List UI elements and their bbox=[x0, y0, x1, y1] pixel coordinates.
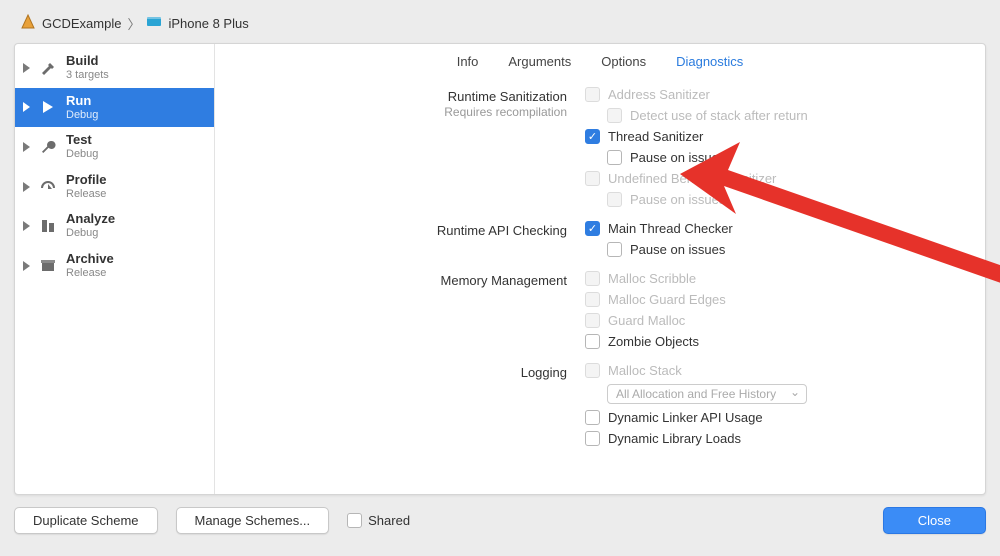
sidebar-item-label: Run bbox=[66, 94, 98, 109]
wrench-icon bbox=[38, 137, 58, 157]
checkbox-icon bbox=[585, 171, 600, 186]
chk-zombie-objects[interactable]: Zombie Objects bbox=[585, 334, 965, 349]
chk-stack-after-return: Detect use of stack after return bbox=[607, 108, 965, 123]
checkbox-icon bbox=[607, 192, 622, 207]
checkbox-icon bbox=[585, 271, 600, 286]
sidebar-item-profile[interactable]: ProfileRelease bbox=[15, 167, 214, 207]
checkbox-icon bbox=[585, 431, 600, 446]
chk-address-sanitizer[interactable]: Address Sanitizer bbox=[585, 87, 965, 102]
archive-icon bbox=[38, 256, 58, 276]
close-button[interactable]: Close bbox=[883, 507, 986, 534]
chk-main-thread-checker[interactable]: ✓Main Thread Checker bbox=[585, 221, 965, 236]
chevron-right-icon: 〉 bbox=[127, 14, 140, 33]
checkbox-icon bbox=[585, 313, 600, 328]
disclosure-icon[interactable] bbox=[23, 221, 30, 231]
sidebar-item-build[interactable]: Build3 targets bbox=[15, 48, 214, 88]
play-icon bbox=[38, 97, 58, 117]
disclosure-icon[interactable] bbox=[23, 261, 30, 271]
checkbox-icon bbox=[607, 242, 622, 257]
sidebar-item-archive[interactable]: ArchiveRelease bbox=[15, 246, 214, 286]
chk-malloc-stack[interactable]: Malloc Stack bbox=[585, 363, 965, 378]
chk-linker-api-usage[interactable]: Dynamic Linker API Usage bbox=[585, 410, 965, 425]
checkbox-icon bbox=[585, 363, 600, 378]
chk-ub-sanitizer[interactable]: Undefined Behavior Sanitizer bbox=[585, 171, 965, 186]
sidebar-item-analyze[interactable]: AnalyzeDebug bbox=[15, 206, 214, 246]
tab-info[interactable]: Info bbox=[457, 54, 479, 69]
device-name[interactable]: iPhone 8 Plus bbox=[168, 16, 248, 31]
sidebar-item-sub: Debug bbox=[66, 227, 115, 240]
chk-malloc-guard-edges[interactable]: Malloc Guard Edges bbox=[585, 292, 965, 307]
scheme-name[interactable]: GCDExample bbox=[42, 16, 121, 31]
chk-guard-malloc[interactable]: Guard Malloc bbox=[585, 313, 965, 328]
scheme-icon bbox=[20, 14, 36, 33]
disclosure-icon[interactable] bbox=[23, 182, 30, 192]
gauge-icon bbox=[38, 177, 58, 197]
section-label-memory: Memory Management bbox=[215, 271, 585, 288]
checkbox-icon bbox=[585, 334, 600, 349]
analyze-icon bbox=[38, 216, 58, 236]
select-malloc-history[interactable]: All Allocation and Free History bbox=[607, 384, 965, 404]
duplicate-scheme-button[interactable]: Duplicate Scheme bbox=[14, 507, 158, 534]
sidebar-item-sub: 3 targets bbox=[66, 69, 109, 82]
checkbox-icon bbox=[347, 513, 362, 528]
checkbox-icon: ✓ bbox=[585, 221, 600, 236]
chk-thread-pause[interactable]: Pause on issues bbox=[607, 150, 965, 165]
checkbox-icon bbox=[607, 108, 622, 123]
chk-malloc-scribble[interactable]: Malloc Scribble bbox=[585, 271, 965, 286]
sidebar-item-sub: Debug bbox=[66, 109, 98, 122]
sidebar-item-label: Profile bbox=[66, 173, 106, 188]
tab-options[interactable]: Options bbox=[601, 54, 646, 69]
chk-shared[interactable]: Shared bbox=[347, 513, 410, 528]
sidebar-item-label: Test bbox=[66, 133, 98, 148]
sidebar: Build3 targets RunDebug TestDebug Profil… bbox=[15, 44, 215, 494]
diagnostics-content: Runtime Sanitization Requires recompilat… bbox=[215, 77, 985, 494]
sidebar-item-test[interactable]: TestDebug bbox=[15, 127, 214, 167]
checkbox-icon: ✓ bbox=[585, 129, 600, 144]
sidebar-item-label: Analyze bbox=[66, 212, 115, 227]
sidebar-item-sub: Release bbox=[66, 188, 106, 201]
footer: Duplicate Scheme Manage Schemes... Share… bbox=[14, 507, 986, 534]
disclosure-icon[interactable] bbox=[23, 63, 30, 73]
disclosure-icon[interactable] bbox=[23, 142, 30, 152]
chk-ub-pause: Pause on issues bbox=[607, 192, 965, 207]
section-label-api-checking: Runtime API Checking bbox=[215, 221, 585, 238]
hammer-icon bbox=[38, 58, 58, 78]
breadcrumb: GCDExample 〉 iPhone 8 Plus bbox=[20, 14, 986, 33]
device-icon bbox=[146, 15, 162, 32]
tabs: Info Arguments Options Diagnostics bbox=[215, 44, 985, 77]
checkbox-icon bbox=[585, 292, 600, 307]
sidebar-item-label: Build bbox=[66, 54, 109, 69]
sidebar-item-sub: Release bbox=[66, 267, 114, 280]
main-area: Info Arguments Options Diagnostics Runti… bbox=[215, 44, 985, 494]
tab-diagnostics[interactable]: Diagnostics bbox=[676, 54, 743, 69]
sidebar-item-run[interactable]: RunDebug bbox=[15, 88, 214, 128]
chk-thread-sanitizer[interactable]: ✓Thread Sanitizer bbox=[585, 129, 965, 144]
checkbox-icon bbox=[585, 87, 600, 102]
checkbox-icon bbox=[585, 410, 600, 425]
chk-api-pause[interactable]: Pause on issues bbox=[607, 242, 965, 257]
section-label-runtime-sanitization: Runtime Sanitization Requires recompilat… bbox=[215, 87, 585, 119]
checkbox-icon bbox=[607, 150, 622, 165]
tab-arguments[interactable]: Arguments bbox=[508, 54, 571, 69]
disclosure-icon[interactable] bbox=[23, 102, 30, 112]
sidebar-item-label: Archive bbox=[66, 252, 114, 267]
sidebar-item-sub: Debug bbox=[66, 148, 98, 161]
manage-schemes-button[interactable]: Manage Schemes... bbox=[176, 507, 330, 534]
scheme-editor-panel: Build3 targets RunDebug TestDebug Profil… bbox=[14, 43, 986, 495]
section-label-logging: Logging bbox=[215, 363, 585, 380]
chk-library-loads[interactable]: Dynamic Library Loads bbox=[585, 431, 965, 446]
